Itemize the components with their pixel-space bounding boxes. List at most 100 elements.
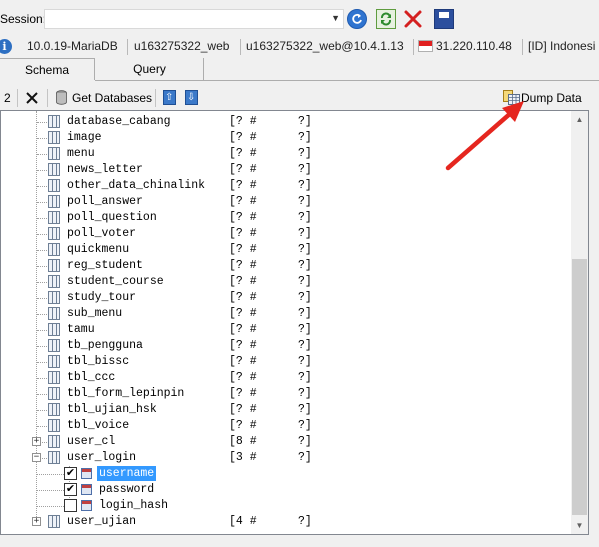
table-icon — [48, 211, 60, 224]
save-icon — [439, 12, 449, 18]
table-name[interactable]: image — [67, 131, 102, 144]
tree-connector — [37, 250, 47, 251]
table-icon — [48, 515, 60, 528]
scrollbar-thumb[interactable] — [572, 259, 587, 515]
scroll-up-arrow-icon[interactable]: ▲ — [571, 111, 588, 128]
table-name[interactable]: study_tour — [67, 291, 136, 304]
table-icon — [48, 147, 60, 160]
table-name[interactable]: tb_pengguna — [67, 339, 143, 352]
table-name[interactable]: database_cabang — [67, 115, 171, 128]
refresh-arrow-icon — [352, 13, 362, 24]
column-name[interactable]: username — [97, 466, 157, 481]
move-up-button[interactable]: ⇧ — [163, 90, 176, 105]
column-checkbox[interactable]: ✔ — [64, 483, 77, 496]
table-row[interactable]: poll_answer [? # ?] — [1, 194, 571, 210]
table-row[interactable]: study_tour [? # ?] — [1, 290, 571, 306]
tree-connector — [37, 426, 47, 427]
expand-icon[interactable]: + — [32, 437, 41, 446]
table-icon — [48, 435, 60, 448]
table-info: [? # ?] — [229, 403, 312, 416]
table-icon — [48, 339, 60, 352]
table-name[interactable]: tbl_voice — [67, 419, 129, 432]
scroll-down-arrow-icon[interactable]: ▼ — [571, 517, 588, 534]
table-row[interactable]: poll_question [? # ?] — [1, 210, 571, 226]
server-location: [ID] Indonesi — [528, 39, 596, 53]
table-row[interactable]: tbl_bissc [? # ?] — [1, 354, 571, 370]
disconnect-button[interactable] — [403, 9, 423, 29]
table-name[interactable]: tbl_form_lepinpin — [67, 387, 184, 400]
table-name[interactable]: poll_voter — [67, 227, 136, 240]
tree-connector — [37, 394, 47, 395]
table-row[interactable]: sub_menu [? # ?] — [1, 306, 571, 322]
reload-button[interactable] — [376, 9, 396, 29]
column-checkbox[interactable] — [64, 499, 77, 512]
table-name[interactable]: reg_student — [67, 259, 143, 272]
table-row[interactable]: tb_pengguna [? # ?] — [1, 338, 571, 354]
table-name[interactable]: user_ujian — [67, 515, 136, 528]
expand-icon[interactable]: + — [32, 517, 41, 526]
connect-button[interactable] — [347, 9, 367, 29]
table-name[interactable]: user_login — [67, 451, 136, 464]
tree-connector — [36, 490, 64, 491]
table-row[interactable]: tbl_ujian_hsk [? # ?] — [1, 402, 571, 418]
get-databases-button[interactable]: Get Databases — [72, 91, 152, 105]
table-row[interactable]: reg_student [? # ?] — [1, 258, 571, 274]
column-row-username[interactable]: ✔ username — [1, 466, 571, 482]
table-row[interactable]: tamu [? # ?] — [1, 322, 571, 338]
table-name[interactable]: user_cl — [67, 435, 115, 448]
table-info: [? # ?] — [229, 195, 312, 208]
table-info: [? # ?] — [229, 419, 312, 432]
table-info: [? # ?] — [229, 259, 312, 272]
table-row[interactable]: tbl_ccc [? # ?] — [1, 370, 571, 386]
table-row[interactable]: other_data_chinalink [? # ?] — [1, 178, 571, 194]
table-name[interactable]: news_letter — [67, 163, 143, 176]
table-name[interactable]: tbl_ccc — [67, 371, 115, 384]
tab-schema[interactable]: Schema — [0, 58, 95, 80]
table-name[interactable]: student_course — [67, 275, 164, 288]
table-icon — [48, 227, 60, 240]
session-select[interactable]: ▼ — [44, 9, 344, 29]
table-row[interactable]: student_course [? # ?] — [1, 274, 571, 290]
close-icon[interactable] — [25, 91, 39, 105]
column-row-login-hash[interactable]: login_hash — [1, 498, 571, 514]
table-name[interactable]: menu — [67, 147, 95, 160]
table-info: [? # ?] — [229, 355, 312, 368]
table-icon — [48, 163, 60, 176]
table-row-user-ujian[interactable]: + user_ujian [4 # ?] — [1, 514, 571, 530]
vertical-scrollbar[interactable]: ▲ ▼ — [571, 111, 588, 534]
table-row[interactable]: poll_voter [? # ?] — [1, 226, 571, 242]
table-name[interactable]: sub_menu — [67, 307, 122, 320]
collapse-icon[interactable]: − — [32, 453, 41, 462]
tree-connector — [36, 474, 64, 475]
table-info: [? # ?] — [229, 115, 312, 128]
tree-connector — [37, 266, 47, 267]
table-info: [? # ?] — [229, 387, 312, 400]
table-name[interactable]: quickmenu — [67, 243, 129, 256]
table-row[interactable]: − user_login [3 # ?] — [1, 450, 571, 466]
table-name[interactable]: tbl_bissc — [67, 355, 129, 368]
chevron-down-icon[interactable]: ▼ — [331, 13, 340, 23]
column-icon — [81, 484, 92, 495]
column-row-password[interactable]: ✔ password — [1, 482, 571, 498]
column-icon — [81, 468, 92, 479]
move-down-button[interactable]: ⇩ — [185, 90, 198, 105]
column-checkbox[interactable]: ✔ — [64, 467, 77, 480]
table-name[interactable]: tbl_ujian_hsk — [67, 403, 157, 416]
column-name[interactable]: password — [97, 482, 156, 497]
table-row[interactable]: quickmenu [? # ?] — [1, 242, 571, 258]
column-name[interactable]: login_hash — [97, 498, 170, 513]
tree-connector — [37, 218, 47, 219]
table-row[interactable]: tbl_voice [? # ?] — [1, 418, 571, 434]
server-version: 10.0.19-MariaDB — [27, 39, 118, 53]
user-host: u163275322_web@10.4.1.13 — [246, 39, 404, 53]
table-row[interactable]: tbl_form_lepinpin [? # ?] — [1, 386, 571, 402]
table-name[interactable]: tamu — [67, 323, 95, 336]
table-name[interactable]: poll_question — [67, 211, 157, 224]
table-icon — [48, 451, 60, 464]
save-button[interactable] — [434, 9, 454, 29]
tab-query[interactable]: Query — [96, 58, 204, 80]
table-name[interactable]: other_data_chinalink — [67, 179, 205, 192]
table-name[interactable]: poll_answer — [67, 195, 143, 208]
table-row[interactable]: + user_cl [8 # ?] — [1, 434, 571, 450]
divider — [127, 39, 128, 55]
